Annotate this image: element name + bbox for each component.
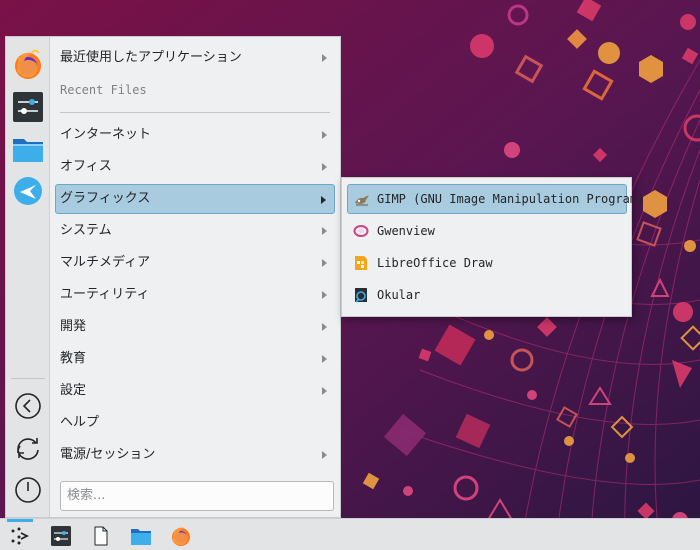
submenu-item-gimp[interactable]: GIMP (GNU Image Manipulation Program) [347,184,644,214]
submenu-item-label: Okular [377,288,421,302]
menu-item-label: ヘルプ [60,415,100,430]
dolphin-icon[interactable] [12,133,44,165]
chevron-right-icon [322,323,327,331]
chevron-right-icon [322,451,327,459]
chevron-right-icon [322,259,327,267]
graphics-submenu: GIMP (GNU Image Manipulation Program) Gw… [341,177,644,317]
menu-item-settings[interactable]: 設定 [55,376,335,406]
menu-item-label: 電源/セッション [60,447,156,462]
favorites-sidebar [6,37,50,517]
libreoffice-draw-icon [355,256,367,270]
taskbar [0,518,700,550]
menu-item-education[interactable]: 教育 [55,344,335,374]
chevron-right-icon [322,227,327,235]
active-indicator [7,519,33,522]
menu-item-label: インターネット [60,127,152,142]
chevron-right-icon [321,196,326,204]
gwenview-icon [353,225,369,237]
sidebar-separator [11,378,45,379]
discover-icon[interactable] [12,175,44,207]
document-icon[interactable] [90,525,112,547]
menu-item-development[interactable]: 開発 [55,312,335,342]
shutdown-icon[interactable] [14,476,42,504]
menu-item-graphics[interactable]: グラフィックス [55,184,335,214]
firefox-icon[interactable] [12,49,44,81]
menu-item-multimedia[interactable]: マルチメディア [55,248,335,278]
firefox-icon[interactable] [170,525,192,547]
chevron-right-icon [322,54,327,62]
logout-icon[interactable] [14,434,42,462]
menu-item-label: 最近使用したアプリケーション [60,50,242,65]
chevron-right-icon [322,355,327,363]
recent-files-header: Recent Files [60,83,147,97]
lock-icon[interactable] [14,392,42,420]
menu-item-recent-apps[interactable]: 最近使用したアプリケーション [55,43,335,73]
submenu-item-okular[interactable]: Okular [347,280,627,310]
menu-item-power-session[interactable]: 電源/セッション [55,440,335,470]
menu-item-internet[interactable]: インターネット [55,120,335,150]
menu-item-label: ユーティリティ [60,287,150,302]
search-input[interactable]: 検索... [60,481,334,511]
okular-icon [355,288,367,303]
submenu-item-label: LibreOffice Draw [377,256,493,270]
application-launcher: 最近使用したアプリケーション Recent Files インターネット オフィス… [5,36,341,518]
menu-item-label: 教育 [60,351,87,366]
submenu-item-gwenview[interactable]: Gwenview [347,216,627,246]
dolphin-icon[interactable] [130,525,152,547]
menu-item-label: マルチメディア [60,255,151,270]
chevron-right-icon [322,131,327,139]
menu-item-office[interactable]: オフィス [55,152,335,182]
menu-item-utilities[interactable]: ユーティリティ [55,280,335,310]
submenu-item-libreoffice-draw[interactable]: LibreOffice Draw [347,248,627,278]
gimp-icon [355,195,369,206]
menu-item-help[interactable]: ヘルプ [55,408,335,438]
application-launcher-icon[interactable] [9,525,31,547]
menu-item-label: システム [60,223,112,238]
menu-item-label: オフィス [60,159,112,174]
menu-item-label: 設定 [60,383,87,398]
chevron-right-icon [322,163,327,171]
menu-item-system[interactable]: システム [55,216,335,246]
menu-item-label: グラフィックス [60,191,151,206]
system-settings-icon[interactable] [50,525,72,547]
submenu-item-label: GIMP (GNU Image Manipulation Program) [377,192,645,206]
system-settings-icon[interactable] [12,91,44,123]
chevron-right-icon [322,291,327,299]
menu-item-label: 開発 [60,319,87,334]
chevron-right-icon [322,387,327,395]
submenu-item-label: Gwenview [377,224,435,238]
menu-separator [60,112,330,113]
